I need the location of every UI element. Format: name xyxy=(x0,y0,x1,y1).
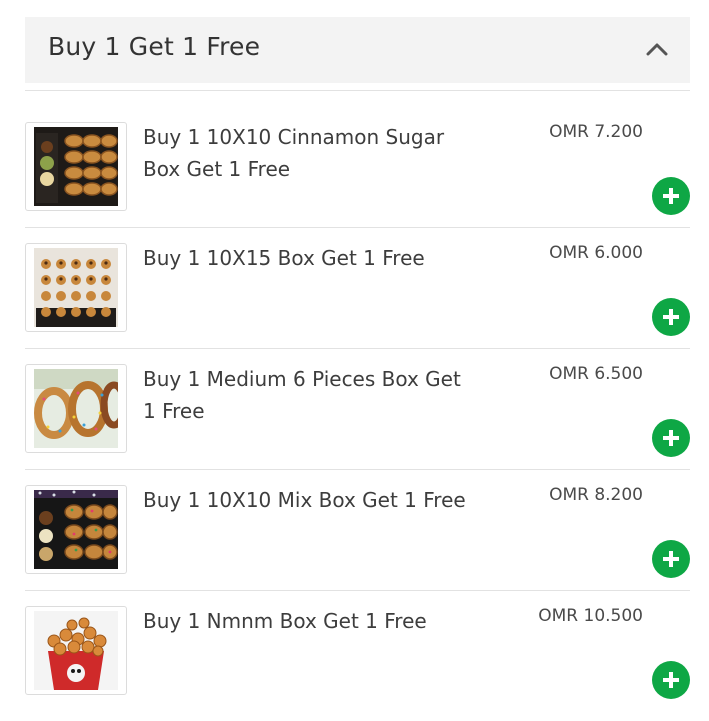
plus-icon xyxy=(663,188,679,204)
product-price: OMR 10.500 xyxy=(538,606,643,626)
product-price: OMR 6.500 xyxy=(549,364,643,384)
plus-icon xyxy=(663,672,679,688)
product-image[interactable] xyxy=(25,122,127,211)
product-name[interactable]: Buy 1 10X10 Mix Box Get 1 Free xyxy=(143,484,478,516)
product-price: OMR 7.200 xyxy=(549,122,643,142)
list-item[interactable]: Buy 1 Medium 6 Pieces Box Get 1 Free OMR… xyxy=(25,349,690,470)
product-price: OMR 6.000 xyxy=(549,243,643,263)
add-to-cart-button[interactable] xyxy=(652,298,690,336)
header-divider xyxy=(25,90,690,91)
add-to-cart-button[interactable] xyxy=(652,661,690,699)
add-to-cart-button[interactable] xyxy=(652,540,690,578)
product-name[interactable]: Buy 1 Medium 6 Pieces Box Get 1 Free xyxy=(143,363,478,427)
section-header[interactable]: Buy 1 Get 1 Free xyxy=(25,17,690,83)
product-list: Buy 1 10X10 Cinnamon Sugar Box Get 1 Fre… xyxy=(25,107,690,712)
plus-icon xyxy=(663,309,679,325)
chevron-up-icon[interactable] xyxy=(642,34,672,64)
product-image[interactable] xyxy=(25,606,127,695)
product-name[interactable]: Buy 1 Nmnm Box Get 1 Free xyxy=(143,605,478,637)
list-item[interactable]: Buy 1 10X15 Box Get 1 Free OMR 6.000 xyxy=(25,228,690,349)
product-image[interactable] xyxy=(25,364,127,453)
plus-icon xyxy=(663,430,679,446)
add-to-cart-button[interactable] xyxy=(652,419,690,457)
product-image[interactable] xyxy=(25,485,127,574)
plus-icon xyxy=(663,551,679,567)
product-name[interactable]: Buy 1 10X15 Box Get 1 Free xyxy=(143,242,478,274)
add-to-cart-button[interactable] xyxy=(652,177,690,215)
list-item[interactable]: Buy 1 Nmnm Box Get 1 Free OMR 10.500 xyxy=(25,591,690,712)
section-title: Buy 1 Get 1 Free xyxy=(48,32,261,61)
product-name[interactable]: Buy 1 10X10 Cinnamon Sugar Box Get 1 Fre… xyxy=(143,121,478,185)
list-item[interactable]: Buy 1 10X10 Cinnamon Sugar Box Get 1 Fre… xyxy=(25,107,690,228)
product-price: OMR 8.200 xyxy=(549,485,643,505)
product-image[interactable] xyxy=(25,243,127,332)
list-item[interactable]: Buy 1 10X10 Mix Box Get 1 Free OMR 8.200 xyxy=(25,470,690,591)
